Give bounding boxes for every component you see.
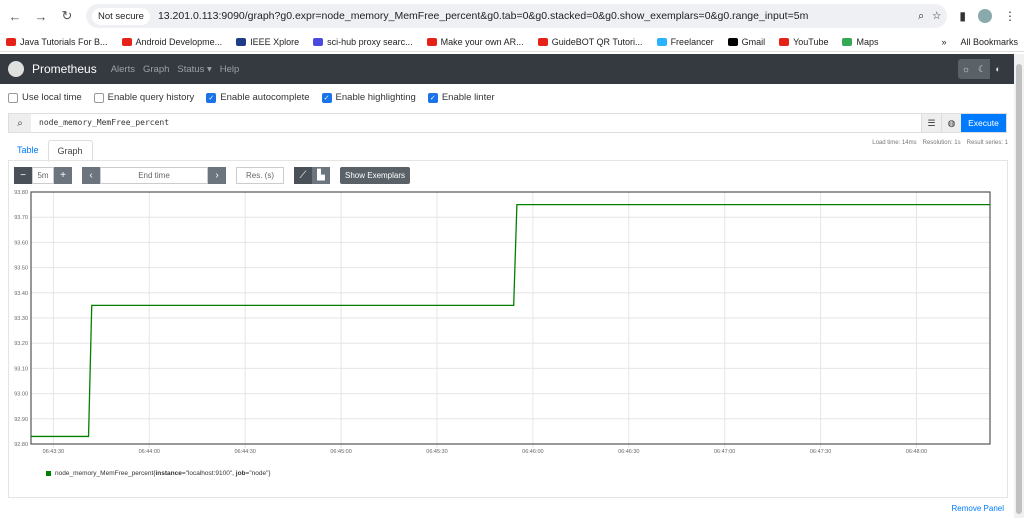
scrollbar[interactable] xyxy=(1014,54,1024,518)
legend-label: node_memory_MemFree_percent{instance="lo… xyxy=(55,470,271,477)
x-tick-label: 06:46:00 xyxy=(522,449,543,455)
x-tick-label: 06:47:30 xyxy=(810,449,831,455)
y-tick-label: 93.00 xyxy=(14,392,28,398)
x-tick-label: 06:46:30 xyxy=(618,449,639,455)
y-tick-label: 93.50 xyxy=(14,266,28,272)
x-tick-label: 06:47:00 xyxy=(714,449,735,455)
x-tick-label: 06:44:30 xyxy=(234,449,255,455)
y-tick-label: 93.30 xyxy=(14,316,28,322)
y-tick-label: 92.80 xyxy=(14,442,28,448)
series-line xyxy=(31,203,990,438)
x-tick-label: 06:48:00 xyxy=(906,449,927,455)
y-tick-label: 93.60 xyxy=(14,240,28,246)
y-tick-label: 93.10 xyxy=(14,366,28,372)
y-tick-label: 93.80 xyxy=(14,190,28,196)
x-tick-label: 06:45:00 xyxy=(330,449,351,455)
chart: 92.80 92.90 93.00 93.10 93.20 93.30 93.40 93.50… xyxy=(14,190,991,455)
x-tick-label: 06:43:30 xyxy=(43,449,64,455)
x-tick-label: 06:45:30 xyxy=(426,449,447,455)
y-tick-label: 92.90 xyxy=(14,417,28,423)
remove-panel-link[interactable]: Remove Panel xyxy=(952,504,1004,513)
legend-swatch xyxy=(46,471,51,476)
legend-item[interactable]: node_memory_MemFree_percent{instance="lo… xyxy=(46,470,271,477)
y-tick-label: 93.20 xyxy=(14,341,28,347)
x-tick-label: 06:44:00 xyxy=(139,449,160,455)
y-tick-label: 93.40 xyxy=(14,291,28,297)
y-tick-label: 93.70 xyxy=(14,215,28,221)
